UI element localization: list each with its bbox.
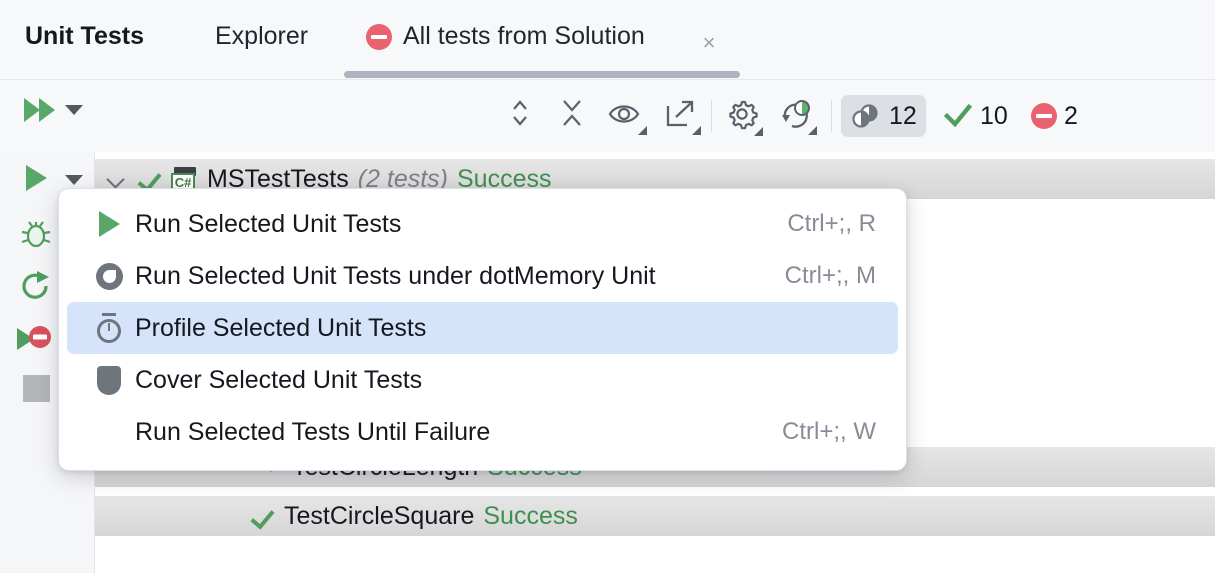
rerun-icon — [18, 269, 54, 303]
menu-item-run-under-dotmemory[interactable]: Run Selected Unit Tests under dotMemory … — [67, 250, 898, 302]
show-output-button[interactable] — [606, 97, 644, 131]
total-tests-counter[interactable]: 12 — [841, 95, 926, 137]
dropdown-corner-icon — [629, 126, 647, 135]
failed-tests-value: 2 — [1064, 102, 1078, 131]
run-all-dropdown-button[interactable] — [63, 100, 85, 120]
menu-item-shortcut: Ctrl+;, M — [785, 262, 876, 290]
tab-bar: Unit Tests Explorer All tests from Solut… — [0, 0, 1215, 79]
dropdown-corner-icon — [745, 127, 763, 136]
check-icon — [943, 103, 973, 129]
stopwatch-icon — [91, 313, 127, 343]
rerun-tests-button[interactable] — [16, 266, 56, 306]
menu-item-label: Cover Selected Unit Tests — [135, 366, 422, 395]
shield-icon — [91, 366, 127, 395]
failed-tests-counter[interactable]: 2 — [1022, 95, 1087, 137]
tab-explorer-label: Explorer — [215, 22, 308, 51]
chevron-down-icon — [65, 105, 83, 115]
debug-bug-icon — [18, 217, 54, 251]
debug-tests-button[interactable] — [16, 214, 56, 254]
run-failed-tests-icon — [15, 321, 57, 355]
run-icon — [91, 211, 127, 237]
dropdown-corner-icon — [799, 126, 817, 135]
toolbar-separator — [831, 100, 832, 132]
menu-item-label: Run Selected Tests Until Failure — [135, 418, 490, 447]
passed-tests-value: 10 — [980, 102, 1008, 131]
dropdown-corner-icon — [683, 126, 701, 135]
run-all-tests-button[interactable] — [18, 90, 62, 130]
menu-item-cover-selected-unit-tests[interactable]: Cover Selected Unit Tests — [67, 354, 898, 406]
total-tests-value: 12 — [889, 102, 917, 131]
tab-explorer[interactable]: Explorer — [215, 22, 308, 51]
menu-item-profile-selected-unit-tests[interactable]: Profile Selected Unit Tests — [67, 302, 898, 354]
run-all-icon — [22, 96, 58, 124]
run-selected-button[interactable] — [19, 162, 53, 194]
stop-tests-button[interactable] — [18, 370, 54, 406]
menu-item-label: Run Selected Unit Tests under dotMemory … — [135, 262, 656, 291]
collapse-all-button[interactable] — [556, 96, 588, 130]
test-status: Success — [483, 502, 577, 531]
close-icon[interactable]: × — [698, 32, 720, 54]
table-row[interactable]: TestCircleSquare Success — [95, 496, 1215, 536]
expand-collapse-button[interactable] — [505, 96, 535, 130]
toolbar-separator — [711, 100, 712, 132]
settings-gear-icon — [726, 98, 758, 130]
panel-title: Unit Tests — [25, 22, 144, 51]
toolbar: 12 10 2 — [0, 79, 1215, 152]
chevron-down-icon — [65, 175, 83, 185]
open-in-new-window-icon — [664, 99, 696, 129]
test-name: TestCircleSquare — [284, 502, 474, 531]
all-tests-icon — [850, 103, 882, 129]
context-menu: Run Selected Unit Tests Ctrl+;, R Run Se… — [58, 188, 907, 471]
check-icon — [250, 503, 276, 529]
stop-error-icon — [366, 24, 392, 50]
chevron-down-icon[interactable] — [105, 168, 127, 190]
menu-item-run-selected-unit-tests[interactable]: Run Selected Unit Tests Ctrl+;, R — [67, 198, 898, 250]
dotmemory-icon — [91, 263, 127, 290]
run-dropdown-button[interactable] — [63, 170, 85, 190]
menu-item-shortcut: Ctrl+;, W — [782, 418, 876, 446]
expand-collapse-icon — [509, 96, 531, 130]
menu-item-shortcut: Ctrl+;, R — [787, 210, 876, 238]
open-in-new-window-button[interactable] — [662, 97, 698, 131]
tab-all-tests-label: All tests from Solution — [403, 22, 645, 51]
stop-error-icon — [1031, 103, 1057, 129]
menu-item-run-until-failure[interactable]: Run Selected Tests Until Failure Ctrl+;,… — [67, 406, 898, 458]
passed-tests-counter[interactable]: 10 — [934, 95, 1017, 137]
panel-title-label: Unit Tests — [25, 22, 144, 51]
show-output-icon — [607, 101, 643, 127]
active-tab-indicator — [344, 71, 740, 78]
run-failed-tests-button[interactable] — [14, 318, 58, 358]
menu-item-label: Run Selected Unit Tests — [135, 210, 401, 239]
tab-all-tests-from-solution[interactable]: All tests from Solution — [366, 22, 645, 51]
menu-item-label: Profile Selected Unit Tests — [135, 314, 426, 343]
collapse-all-icon — [558, 96, 586, 130]
run-icon — [26, 165, 47, 191]
settings-button[interactable] — [724, 96, 760, 132]
continuous-testing-button[interactable] — [778, 97, 814, 131]
stop-icon — [23, 375, 50, 402]
